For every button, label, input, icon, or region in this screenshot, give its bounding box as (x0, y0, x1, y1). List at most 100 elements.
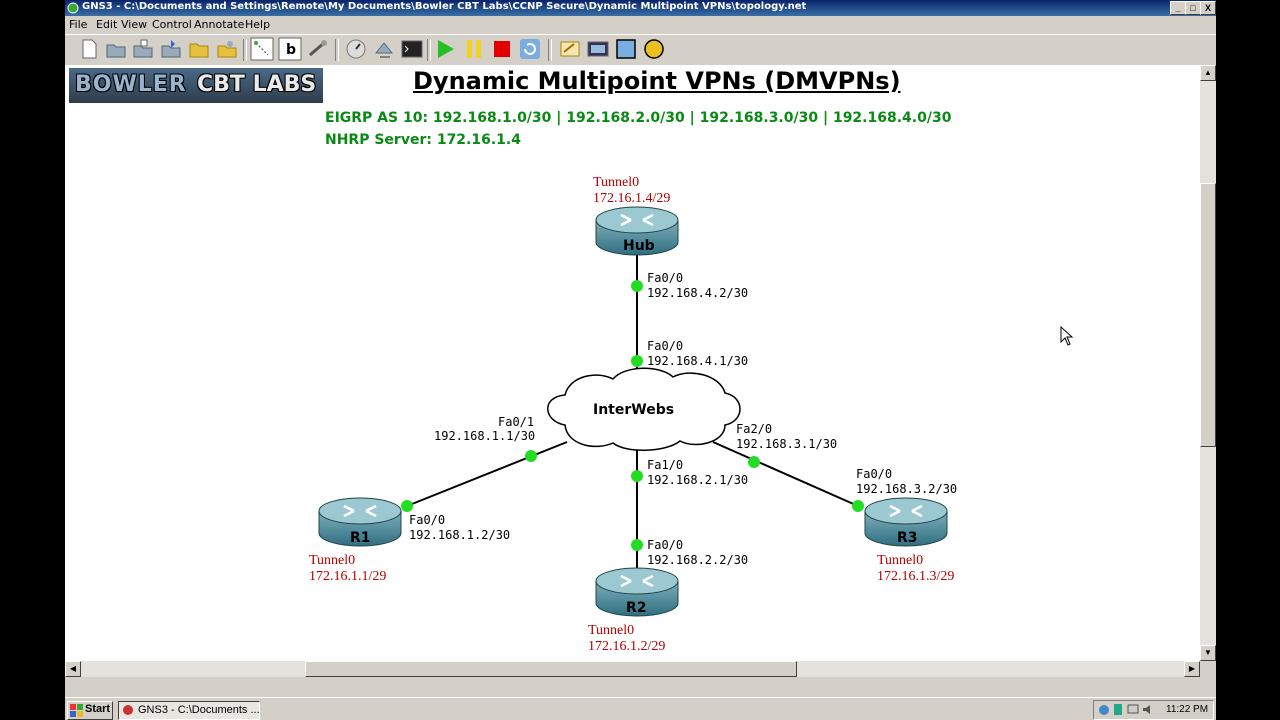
hub-tunnel-label: Tunnel0 (593, 175, 640, 190)
task-label: GNS3 - C:\Documents ... (138, 704, 260, 716)
menu-file[interactable]: File (69, 18, 87, 31)
windows-taskbar: Start GNS3 - C:\Documents ... 11:22 PM (65, 697, 1216, 720)
hub-tunnel-ip: 172.16.1.4/29 (593, 191, 671, 206)
picture-icon[interactable] (586, 37, 610, 61)
r2-name: R2 (626, 600, 647, 616)
start-button[interactable]: Start (67, 701, 113, 720)
menu-control[interactable]: Control (152, 18, 192, 31)
r2-tunnel-ip: 172.16.1.2/29 (588, 639, 666, 654)
vertical-scrollbar[interactable]: ▲ ▼ (1200, 65, 1216, 661)
toolbar: b (65, 34, 1216, 65)
gns3-task-icon (123, 705, 133, 715)
stop-icon[interactable] (490, 37, 514, 61)
mouse-cursor-icon (1060, 326, 1074, 346)
cloud-hub-if-label: Fa0/0 (647, 339, 684, 353)
scrollbar-corner (1200, 661, 1216, 677)
status-dot-cloud-fa1-0 (631, 470, 643, 482)
start-label: Start (85, 703, 111, 715)
system-tray: 11:22 PM (1093, 700, 1214, 720)
minimize-button[interactable]: _ (1170, 1, 1186, 15)
r1-tunnel-ip: 172.16.1.1/29 (309, 569, 387, 584)
capture-icon[interactable] (372, 37, 396, 61)
r1-name: R1 (350, 530, 371, 546)
power-icon[interactable] (1098, 703, 1110, 716)
rectangle-icon[interactable] (614, 37, 638, 61)
r3-if-label: Fa0/0 (856, 467, 893, 481)
toolbar-separator (335, 39, 339, 61)
status-dot-cloud-fa0-1 (525, 450, 537, 462)
menu-annotate[interactable]: Annotate (194, 18, 244, 31)
note-icon[interactable] (558, 37, 582, 61)
svg-text:b: b (286, 42, 296, 58)
gns3-app-icon (67, 2, 79, 14)
vertical-scroll-thumb[interactable] (1200, 183, 1216, 447)
hub-if-label: Fa0/0 (647, 271, 684, 285)
title-bar[interactable]: GNS3 - C:\Documents and Settings\Remote\… (65, 0, 1216, 16)
status-dot-hub-fa0-0 (631, 280, 643, 292)
cloud-r2-if-label: Fa1/0 (647, 458, 684, 472)
display-icon[interactable] (1127, 703, 1139, 716)
preferences-icon[interactable] (344, 37, 368, 61)
r2-if-ip: 192.168.2.2/30 (647, 553, 749, 567)
windows-logo-icon (70, 704, 83, 717)
r3-tunnel-ip: 172.16.1.3/29 (877, 569, 955, 584)
cloud-r3-if-label: Fa2/0 (736, 422, 773, 436)
clock: 11:22 PM (1166, 704, 1209, 715)
close-button[interactable]: X (1200, 1, 1216, 15)
ellipse-icon[interactable] (642, 37, 666, 61)
link-cloud-r1 (406, 441, 568, 507)
status-dot-r3-fa0-0 (852, 500, 864, 512)
hub-name: Hub (623, 238, 655, 254)
cloud-hub-if-ip: 192.168.4.1/30 (647, 354, 749, 368)
open-folder-icon[interactable] (187, 37, 211, 61)
gns3-window: GNS3 - C:\Documents and Settings\Remote\… (65, 0, 1216, 720)
hub-if-ip: 192.168.4.2/30 (647, 286, 749, 300)
taskbar-gns3-task[interactable]: GNS3 - C:\Documents ... (118, 701, 260, 720)
toolbar-separator (548, 39, 552, 61)
menu-view[interactable]: View (121, 18, 147, 31)
suspend-icon[interactable] (462, 37, 486, 61)
status-dot-cloud-fa0-0 (631, 355, 643, 367)
scroll-up-arrow-icon[interactable]: ▲ (1200, 65, 1216, 81)
r1-if-ip: 192.168.1.2/30 (409, 528, 511, 542)
cloud-r1-if-ip: 192.168.1.1/30 (434, 429, 536, 443)
menu-help[interactable]: Help (245, 18, 270, 31)
r2-if-label: Fa0/0 (647, 538, 684, 552)
topology-canvas[interactable]: BOWLER CBT LABS Dynamic Multipoint VPNs … (65, 65, 1200, 661)
toolbar-separator (427, 39, 431, 61)
toolbar-separator (243, 39, 247, 61)
r1-tunnel-label: Tunnel0 (309, 553, 356, 568)
menu-bar: File Edit View Control Annotate Help (65, 16, 1216, 33)
topology-graph (318, 206, 948, 617)
r1-if-label: Fa0/0 (409, 513, 446, 527)
horizontal-scrollbar[interactable]: ◀ ▶ (65, 661, 1200, 677)
cloud-name: InterWebs (593, 402, 675, 418)
snapshot-icon[interactable] (215, 37, 239, 61)
save-as-icon[interactable] (159, 37, 183, 61)
new-icon[interactable] (77, 37, 101, 61)
status-dot-r1-fa0-0 (401, 500, 413, 512)
r2-tunnel-label: Tunnel0 (588, 623, 635, 638)
scroll-left-arrow-icon[interactable]: ◀ (65, 661, 81, 677)
start-icon[interactable] (433, 37, 457, 61)
horizontal-scroll-thumb[interactable] (305, 661, 797, 677)
add-link-icon[interactable] (306, 37, 330, 61)
cloud-r3-if-ip: 192.168.3.1/30 (736, 437, 838, 451)
scroll-down-arrow-icon[interactable]: ▼ (1200, 645, 1216, 661)
r3-name: R3 (897, 530, 918, 546)
open-icon[interactable] (104, 37, 128, 61)
show-interfaces-icon[interactable] (250, 37, 274, 61)
network-icon[interactable] (1113, 703, 1123, 716)
menu-edit[interactable]: Edit (96, 18, 117, 31)
hostnames-icon[interactable]: b (278, 37, 302, 61)
r3-tunnel-label: Tunnel0 (877, 553, 924, 568)
status-dot-r2-fa0-0 (631, 539, 643, 551)
save-icon[interactable] (131, 37, 155, 61)
maximize-button[interactable]: □ (1185, 1, 1201, 15)
reload-icon[interactable] (518, 37, 542, 61)
scroll-right-arrow-icon[interactable]: ▶ (1184, 661, 1200, 677)
volume-icon[interactable] (1142, 703, 1154, 716)
window-title: GNS3 - C:\Documents and Settings\Remote\… (82, 1, 807, 12)
cloud-r2-if-ip: 192.168.2.1/30 (647, 473, 749, 487)
console-icon[interactable] (400, 37, 424, 61)
